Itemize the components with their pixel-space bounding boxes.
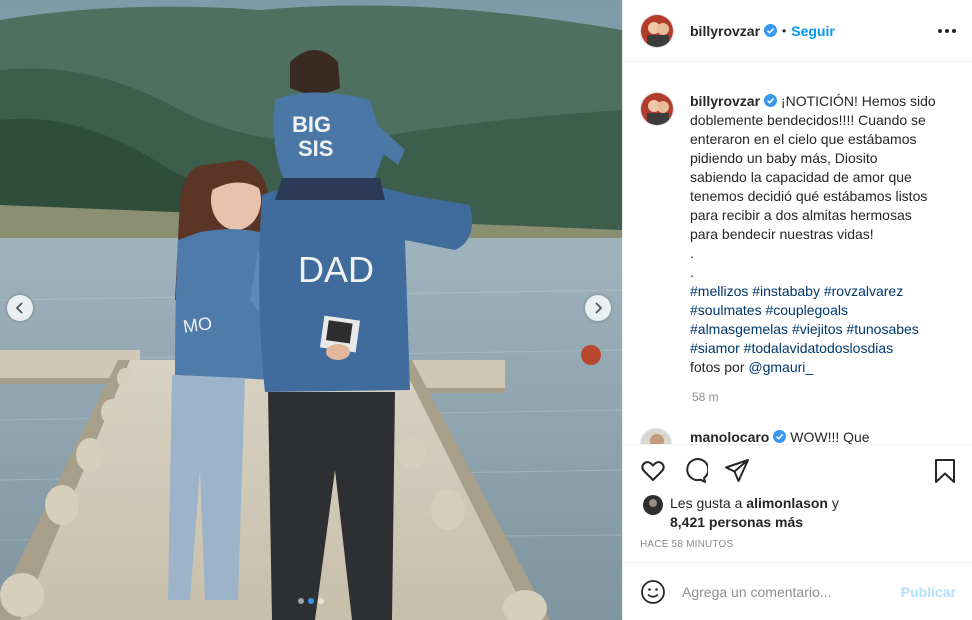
carousel-next-button[interactable]: [585, 295, 611, 321]
carousel-indicator: [298, 598, 324, 604]
avatar[interactable]: [640, 92, 674, 126]
liker-username[interactable]: alimonlason: [746, 495, 828, 511]
caption-line: sabiendo la capacidad de amor que: [690, 169, 912, 185]
carousel-dot-active: [308, 598, 314, 604]
carousel-dot: [318, 598, 324, 604]
separator-dot: •: [782, 23, 787, 38]
caption-line: para bendecir nuestras vidas!: [690, 226, 874, 242]
carousel-prev-button[interactable]: [7, 295, 33, 321]
post-header: billyrovzar • Seguir: [623, 0, 972, 62]
caption-text: billyrovzar ¡NOTICIÓN! Hemos sido doblem…: [690, 92, 955, 377]
post-sidebar: billyrovzar • Seguir billyrovzar ¡NOTICI…: [622, 0, 972, 620]
avatar[interactable]: [640, 13, 674, 48]
chevron-left-icon: [15, 302, 23, 314]
caption-line: tenemos decidió qué estábamos listos: [690, 188, 928, 204]
svg-text:SIS: SIS: [298, 136, 333, 161]
comments-section: billyrovzar ¡NOTICIÓN! Hemos sido doblem…: [623, 62, 972, 444]
likes-prefix: Les gusta a: [670, 495, 747, 511]
publish-button[interactable]: Publicar: [901, 584, 956, 600]
post-caption: billyrovzar ¡NOTICIÓN! Hemos sido doblem…: [640, 92, 955, 377]
verified-icon: [773, 430, 787, 443]
verified-icon: [764, 94, 778, 107]
post-timestamp[interactable]: HACE 58 MINUTOS: [640, 539, 733, 550]
hashtag-line[interactable]: #mellizos #instababy #rovzalvarez: [690, 282, 955, 301]
avatar[interactable]: [640, 428, 672, 444]
svg-text:BIG: BIG: [292, 112, 331, 137]
chevron-right-icon: [595, 302, 603, 314]
post-image: DAD BIG SIS MO: [0, 0, 622, 620]
more-options-icon[interactable]: [938, 22, 956, 40]
likes-summary: Les gusta a alimonlason y 8,421 personas…: [643, 494, 839, 532]
verified-icon: [764, 24, 778, 37]
comment-text: WOW!!! Que: [790, 429, 870, 444]
hashtag-line[interactable]: #almasgemelas #viejitos #tunosabes: [690, 320, 955, 339]
carousel-dot: [298, 598, 304, 604]
caption-username[interactable]: billyrovzar: [690, 93, 760, 109]
liker-avatar[interactable]: [643, 495, 663, 515]
emoji-icon[interactable]: [640, 579, 666, 605]
caption-line: pidiendo un baby más, Diosito: [690, 150, 878, 166]
caption-line: para recibir a dos almitas hermosas: [690, 207, 912, 223]
bookmark-icon[interactable]: [932, 458, 958, 484]
post-photo[interactable]: DAD BIG SIS MO: [0, 0, 622, 620]
comment-username[interactable]: manolocaro: [690, 429, 769, 444]
likes-count[interactable]: 8,421 personas más: [670, 514, 803, 530]
heart-icon[interactable]: [640, 458, 666, 484]
username-link[interactable]: billyrovzar: [690, 23, 760, 39]
caption-line: doblemente bendecidos!!!! Cuando se: [690, 112, 926, 128]
comment-icon[interactable]: [682, 458, 708, 484]
photo-credit-mention[interactable]: @gmauri_: [748, 359, 813, 375]
comment-input[interactable]: [682, 583, 892, 600]
share-icon[interactable]: [724, 458, 750, 484]
likes-connector: y: [827, 495, 839, 511]
caption-line: .: [690, 245, 694, 261]
photo-credit-label: fotos por: [690, 359, 749, 375]
caption-timestamp[interactable]: 58 m: [692, 390, 719, 404]
caption-line: ¡NOTICIÓN! Hemos sido: [780, 93, 936, 109]
comment-item: manolocaro WOW!!! Que: [640, 428, 870, 444]
svg-text:MO: MO: [182, 313, 214, 337]
dad-jacket-text: DAD: [298, 249, 374, 290]
add-comment-bar: Publicar: [623, 562, 972, 620]
caption-line: .: [690, 264, 694, 280]
follow-button[interactable]: Seguir: [791, 23, 835, 39]
hashtag-line[interactable]: #soulmates #couplegoals: [690, 301, 955, 320]
caption-line: enteraron en el cielo que estábamos: [690, 131, 917, 147]
hashtag-line[interactable]: #siamor #todalavidatodoslosdias: [690, 339, 955, 358]
